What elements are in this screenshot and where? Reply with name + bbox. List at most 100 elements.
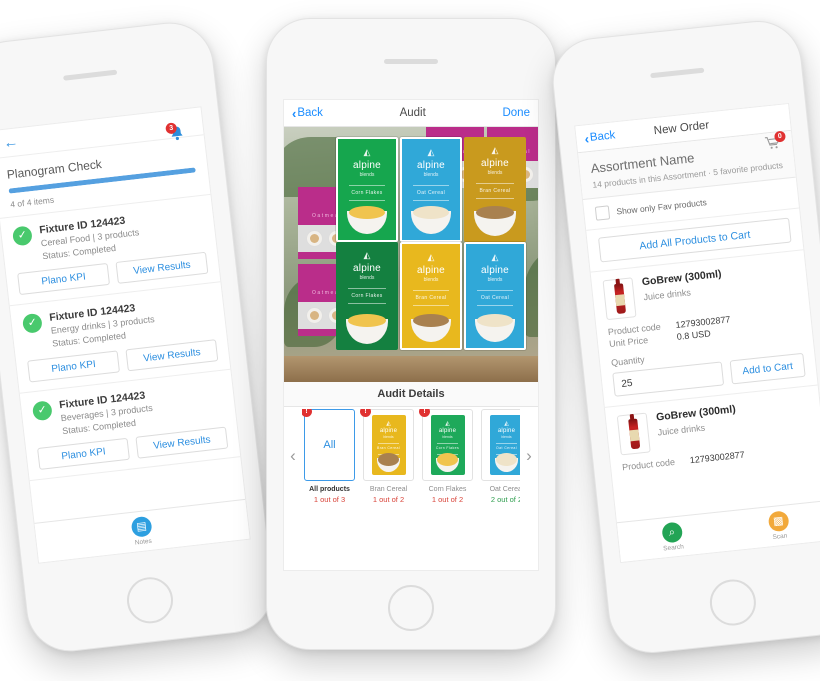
phone-left: 3 ← Planogram Check 4 of 4 items ✓ Fixtu…: [0, 17, 278, 657]
card-name: Corn Flakes: [428, 485, 467, 493]
tab-search[interactable]: ⌕ Search: [660, 521, 685, 553]
alert-badge: !: [419, 408, 430, 417]
mountain-logo-icon: ◭: [504, 420, 509, 427]
nav-title-order: New Order: [653, 119, 710, 138]
mountain-logo-icon: ◭: [445, 420, 450, 427]
cereal-box[interactable]: ◭ alpine blends Oat Cereal: [464, 242, 526, 350]
home-button-left[interactable]: [124, 574, 176, 626]
audit-product-card[interactable]: ! ◭ alpine blends Corn Flakes Corn Flake…: [419, 408, 473, 504]
search-icon: ⌕: [660, 521, 683, 544]
cereal-box[interactable]: ◭ alpine blends Corn Flakes: [336, 242, 398, 350]
brand-name: alpine: [417, 160, 445, 171]
product-code-label: Product code: [621, 456, 676, 473]
view-results-button[interactable]: View Results: [115, 251, 209, 284]
product-code-value: 12793002877: [689, 449, 746, 466]
plano-kpi-button[interactable]: Plano KPI: [17, 262, 111, 296]
carousel-track: ! All All products 1 out of 3 ! ◭ alpine…: [302, 408, 520, 504]
brand-sub: blends: [487, 170, 503, 176]
flavor-label: Bran Cereal: [415, 295, 447, 301]
cereal-box[interactable]: ◭ alpine blends Bran Cereal: [464, 137, 526, 242]
phone-middle: ‹ Back Audit Done Oatmeal Oatmeal Oatmea…: [266, 18, 556, 650]
mountain-logo-icon: ◭: [386, 420, 391, 427]
card-thumbnail[interactable]: ! All: [302, 408, 355, 481]
product-row[interactable]: GoBrew (300ml) Juice drinks Product code…: [590, 249, 818, 407]
mountain-logo-icon: ◭: [491, 252, 499, 262]
screen-audit: ‹ Back Audit Done Oatmeal Oatmeal Oatmea…: [283, 99, 539, 571]
all-products-label: All: [323, 438, 336, 451]
add-to-cart-button[interactable]: Add to Cart: [729, 352, 806, 385]
mountain-logo-icon: ◭: [363, 147, 371, 157]
flavor-label: Corn Flakes: [351, 293, 383, 299]
carousel-prev-icon[interactable]: ‹: [284, 446, 302, 466]
flavor-label: Bran Cereal: [479, 188, 511, 194]
back-arrow-icon[interactable]: ←: [2, 133, 19, 152]
brand-name: alpine: [497, 427, 516, 434]
cart-button[interactable]: 0: [762, 130, 787, 153]
product-carousel: ‹ ! All All products 1 out of 3 ! ◭ alpi…: [284, 407, 538, 507]
cereal-bowl-image: [345, 314, 389, 344]
audit-product-card[interactable]: ! ◭ alpine blends Bran Cereal Bran Cerea…: [360, 408, 414, 504]
home-button-middle[interactable]: [388, 585, 434, 631]
cereal-box[interactable]: ◭ alpine blends Corn Flakes: [336, 137, 398, 242]
fixture-list: ✓ Fixture ID 124423 Cereal Food | 3 prod…: [0, 194, 241, 482]
cereal-bowl-image: [435, 453, 460, 472]
card-thumbnail[interactable]: ! ◭ alpine blends Corn Flakes: [419, 408, 473, 481]
card-count: 1 out of 2: [372, 494, 405, 504]
brand-sub: blends: [383, 434, 394, 439]
brand-name: alpine: [353, 263, 381, 274]
card-thumbnail[interactable]: ! ◭ alpine blends Bran Cereal: [360, 408, 414, 481]
shelf-photo[interactable]: Oatmeal Oatmeal Oatmeal Oatmeal ◭ alpine…: [284, 127, 538, 382]
notes-icon: ▤: [130, 515, 153, 538]
brand-name: alpine: [438, 427, 457, 434]
bottle-icon: [613, 283, 626, 315]
view-results-button[interactable]: View Results: [125, 339, 219, 372]
carousel-next-icon[interactable]: ›: [520, 446, 538, 466]
brand-name: alpine: [417, 265, 445, 276]
mountain-logo-icon: ◭: [491, 145, 499, 155]
audit-product-card[interactable]: ◭ alpine blends Oat Cereal Oat Cereal 2 …: [481, 408, 520, 504]
tab-notes-label: Notes: [134, 537, 153, 547]
back-button-order[interactable]: ‹ Back: [584, 129, 616, 146]
tabbar-right: ⌕ Search ▩ Scan: [616, 499, 820, 563]
plano-kpi-button[interactable]: Plano KPI: [27, 350, 120, 383]
brand-sub: blends: [501, 434, 512, 439]
back-label: Back: [297, 107, 323, 119]
product-thumbnail: [616, 412, 651, 456]
brand-sub: blends: [359, 172, 375, 178]
card-name: All products: [309, 485, 350, 493]
card-count: 1 out of 2: [431, 494, 464, 504]
home-button-right[interactable]: [707, 577, 759, 628]
card-thumbnail[interactable]: ◭ alpine blends Oat Cereal: [481, 408, 520, 481]
status-check-icon: ✓: [11, 225, 33, 247]
cereal-box[interactable]: ◭ alpine blends Bran Cereal: [400, 242, 462, 350]
tab-scan-label: Scan: [772, 532, 788, 542]
brand-sub: blends: [442, 434, 453, 439]
tab-notes[interactable]: ▤ Notes: [130, 515, 154, 547]
cereal-box[interactable]: ◭ alpine blends Oat Cereal: [400, 137, 462, 242]
flavor-label: Oat Cereal: [496, 445, 517, 450]
back-label: Back: [589, 129, 616, 144]
done-button[interactable]: Done: [502, 107, 530, 119]
mountain-logo-icon: ◭: [427, 252, 435, 262]
tab-scan[interactable]: ▩ Scan: [767, 510, 790, 541]
notification-bell[interactable]: 3: [165, 122, 190, 145]
flavor-label: Bran Cereal: [376, 445, 401, 450]
tab-search-label: Search: [662, 543, 685, 553]
status-check-icon: ✓: [21, 312, 43, 334]
card-count: 2 out of 2: [490, 494, 520, 504]
mountain-logo-icon: ◭: [427, 147, 435, 157]
plano-kpi-button[interactable]: Plano KPI: [37, 437, 130, 470]
fav-checkbox[interactable]: [594, 205, 611, 221]
quantity-input[interactable]: 25: [612, 361, 725, 397]
brand-sub: blends: [487, 277, 503, 283]
card-name: Bran Cereal: [369, 485, 408, 493]
view-results-button[interactable]: View Results: [135, 426, 229, 459]
brand-name: alpine: [481, 265, 509, 276]
bottle-icon: [627, 418, 640, 450]
brand-name: alpine: [481, 158, 509, 169]
cereal-bowl-image: [494, 453, 519, 472]
back-button-audit[interactable]: ‹ Back: [292, 107, 323, 120]
audit-product-card[interactable]: ! All All products 1 out of 3: [302, 408, 355, 504]
cereal-bowl-image: [475, 313, 515, 342]
card-name: Oat Cereal: [489, 485, 520, 493]
